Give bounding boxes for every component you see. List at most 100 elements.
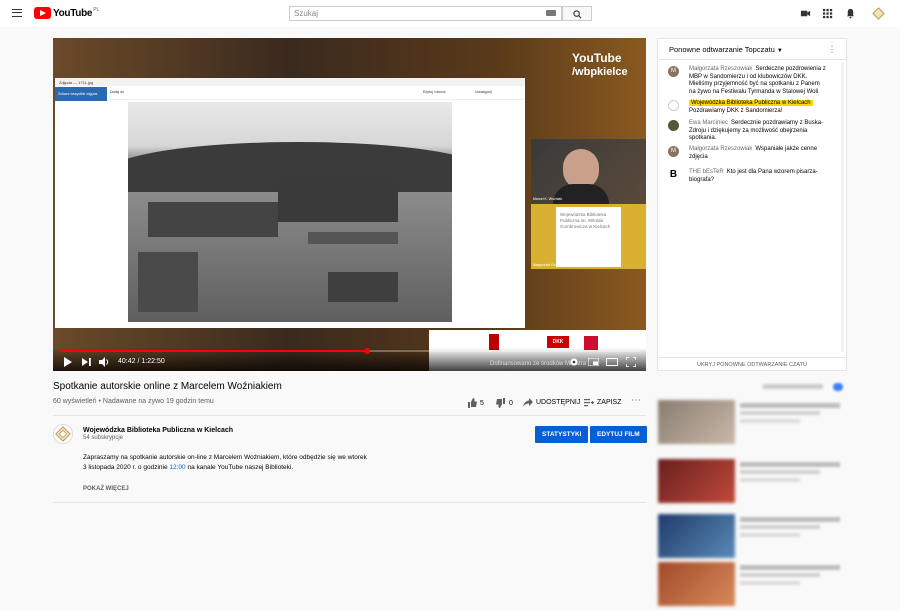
save-button[interactable]: ZAPISZ <box>584 398 622 407</box>
live-chat-replay: Ponowne odtwarzanie Topczatu ▼ ⋮ M Małgor… <box>657 38 847 371</box>
chat-avatar[interactable] <box>668 100 679 111</box>
chat-message: B THE bEsTeR Kto jest dla Pana wzorem pisa… <box>668 169 828 184</box>
more-actions-icon[interactable]: ⋯ <box>631 395 641 406</box>
chat-message: M Małgorzata Rzeszowiak Wspaniałe jakże ce… <box>668 146 828 161</box>
stream-date: Nadawane na żywo 19 godzin temu <box>102 398 214 405</box>
description-line1: Zapraszamy na spotkanie autorskie on-lin… <box>83 454 367 461</box>
account-avatar-icon[interactable] <box>872 7 885 20</box>
progress-fill <box>59 350 367 352</box>
related-video-item[interactable] <box>658 400 848 448</box>
chat-scrollbar[interactable] <box>841 62 844 352</box>
masthead: YouTube PL Szukaj <box>0 0 900 27</box>
view-count: 60 wyświetleń <box>53 398 97 405</box>
settings-gear-icon[interactable] <box>569 357 579 367</box>
time-display: 40:42 / 1:22:50 <box>118 358 165 365</box>
chat-message: Ewa Marciniec Serdecznie pozdrawiamy z Bu… <box>668 120 828 143</box>
timestamp-link[interactable]: 12:00 <box>169 464 185 471</box>
window-edit-label: Edytuj i utwórz <box>423 90 446 94</box>
chat-menu-icon[interactable]: ⋮ <box>828 45 836 54</box>
chat-message: M Małgorzata Rzeszowiak Serdeczne pozdrowi… <box>668 66 828 96</box>
like-button[interactable]: 5 <box>467 398 484 408</box>
related-video-item[interactable] <box>658 562 848 610</box>
channel-overlay-logo: YouTube /wbpkielce <box>572 51 628 78</box>
window-add-label: Dodaj do <box>110 90 125 94</box>
chat-author[interactable]: Małgorzata Rzeszowiak <box>689 66 752 72</box>
chat-avatar[interactable]: B <box>668 169 679 180</box>
subscriber-count: 54 subskrypcje <box>83 435 124 441</box>
related-video-item[interactable] <box>658 514 848 562</box>
library-logo-card: Wojewódzka Biblioteka Publiczna im. Wito… <box>556 207 621 267</box>
description-line2: 3 listopada 2020 r. o godzinie 12:00 na … <box>83 464 294 471</box>
chat-avatar[interactable]: M <box>668 66 679 77</box>
channel-avatar[interactable] <box>53 424 73 444</box>
save-label: ZAPISZ <box>597 399 622 406</box>
playlist-add-icon <box>584 399 594 407</box>
video-description: Zapraszamy na spotkanie autorskie on-lin… <box>83 453 383 473</box>
dislike-button[interactable]: 0 <box>496 398 513 408</box>
miniplayer-icon[interactable] <box>588 358 599 366</box>
channel-name[interactable]: Wojewódzka Biblioteka Publiczna w Kielca… <box>83 427 233 434</box>
window-titlebar: Zdjęcia — 1711.jpg <box>55 78 525 86</box>
logo-text: YouTube <box>53 7 93 19</box>
search-input[interactable]: Szukaj <box>289 6 562 21</box>
share-label: UDOSTĘPNIJ <box>536 399 581 406</box>
chat-header[interactable]: Ponowne odtwarzanie Topczatu ▼ <box>658 39 846 60</box>
theater-mode-icon[interactable] <box>606 358 618 366</box>
participant-label: Małgorzata Rzeszowiak <box>533 263 570 267</box>
create-video-icon[interactable] <box>800 8 811 19</box>
cam-name-label: Marcel K. Woźniak <box>533 197 563 201</box>
keyboard-icon[interactable] <box>546 10 556 16</box>
window-tab-label: Zobacz wszystkie zdjęcia <box>55 87 107 101</box>
time-current: 40:42 <box>118 358 136 365</box>
chat-author[interactable]: Ewa Marciniec <box>689 120 728 126</box>
divider <box>53 502 646 503</box>
progress-scrubber[interactable] <box>363 348 370 354</box>
search-icon <box>573 10 582 19</box>
search-button[interactable] <box>562 6 592 21</box>
play-icon[interactable] <box>63 357 72 367</box>
window-toolbar: Dodaj do Edytuj i utwórz Udostępnij <box>55 87 525 100</box>
webcam-tile: Marcel K. Woźniak Wojewódzka Biblioteka … <box>531 139 646 269</box>
thumbs-down-icon <box>496 398 505 408</box>
chat-mode-label: Ponowne odtwarzanie Topczatu <box>669 45 775 54</box>
fullscreen-icon[interactable] <box>626 357 636 367</box>
next-icon[interactable] <box>82 358 91 366</box>
progress-bar[interactable] <box>59 348 640 354</box>
edit-video-button[interactable]: EDYTUJ FILM <box>590 426 647 443</box>
share-icon <box>523 398 533 407</box>
like-count: 5 <box>480 399 484 407</box>
time-total: 1:22:50 <box>141 358 165 365</box>
chat-author[interactable]: Wojewódzka Biblioteka Publiczna w Kielca… <box>689 100 813 106</box>
historical-photo <box>128 102 452 322</box>
hide-chat-button[interactable]: UKRYJ PONOWNE ODTWARZANIE CZATU <box>658 357 846 371</box>
menu-icon[interactable] <box>12 9 22 17</box>
divider <box>53 415 646 416</box>
notifications-bell-icon[interactable] <box>845 8 856 19</box>
overlay-logo-line2: /wbpkielce <box>572 66 628 78</box>
chat-avatar[interactable]: M <box>668 146 679 157</box>
chat-avatar[interactable] <box>668 120 679 131</box>
apps-icon[interactable] <box>822 8 833 19</box>
window-share-label: Udostępnij <box>475 90 492 94</box>
dislike-count: 0 <box>509 399 513 407</box>
youtube-logo[interactable]: YouTube PL <box>34 7 99 19</box>
chat-message: Wojewódzka Biblioteka Publiczna w Kielca… <box>668 100 828 115</box>
related-video-item[interactable] <box>658 459 848 507</box>
video-title: Spotkanie autorskie online z Marcelem Wo… <box>53 381 282 392</box>
video-stats: 60 wyświetleń • Nadawane na żywo 19 godz… <box>53 398 214 405</box>
show-more-button[interactable]: POKAŻ WIĘCEJ <box>83 486 129 492</box>
shared-screen-window: Zdjęcia — 1711.jpg Dodaj do Edytuj i utw… <box>55 78 525 328</box>
chat-text: Pozdrawiamy DKK z Sandomierza! <box>689 107 783 114</box>
analytics-button[interactable]: STATYSTYKI <box>535 426 589 443</box>
banner-dkk-logo: DKK <box>547 336 569 348</box>
country-code: PL <box>93 7 100 13</box>
youtube-play-icon <box>34 7 51 19</box>
share-button[interactable]: UDOSTĘPNIJ <box>523 398 580 407</box>
chevron-down-icon: ▼ <box>776 48 783 54</box>
chat-author[interactable]: Małgorzata Rzeszowiak <box>689 146 752 152</box>
thumbs-up-icon <box>468 398 477 408</box>
video-player[interactable]: Zdjęcia — 1711.jpg Dodaj do Edytuj i utw… <box>53 38 646 371</box>
overlay-logo-line1: YouTube <box>572 51 622 65</box>
chat-author[interactable]: THE bEsTeR <box>689 169 724 175</box>
volume-icon[interactable] <box>99 357 110 367</box>
